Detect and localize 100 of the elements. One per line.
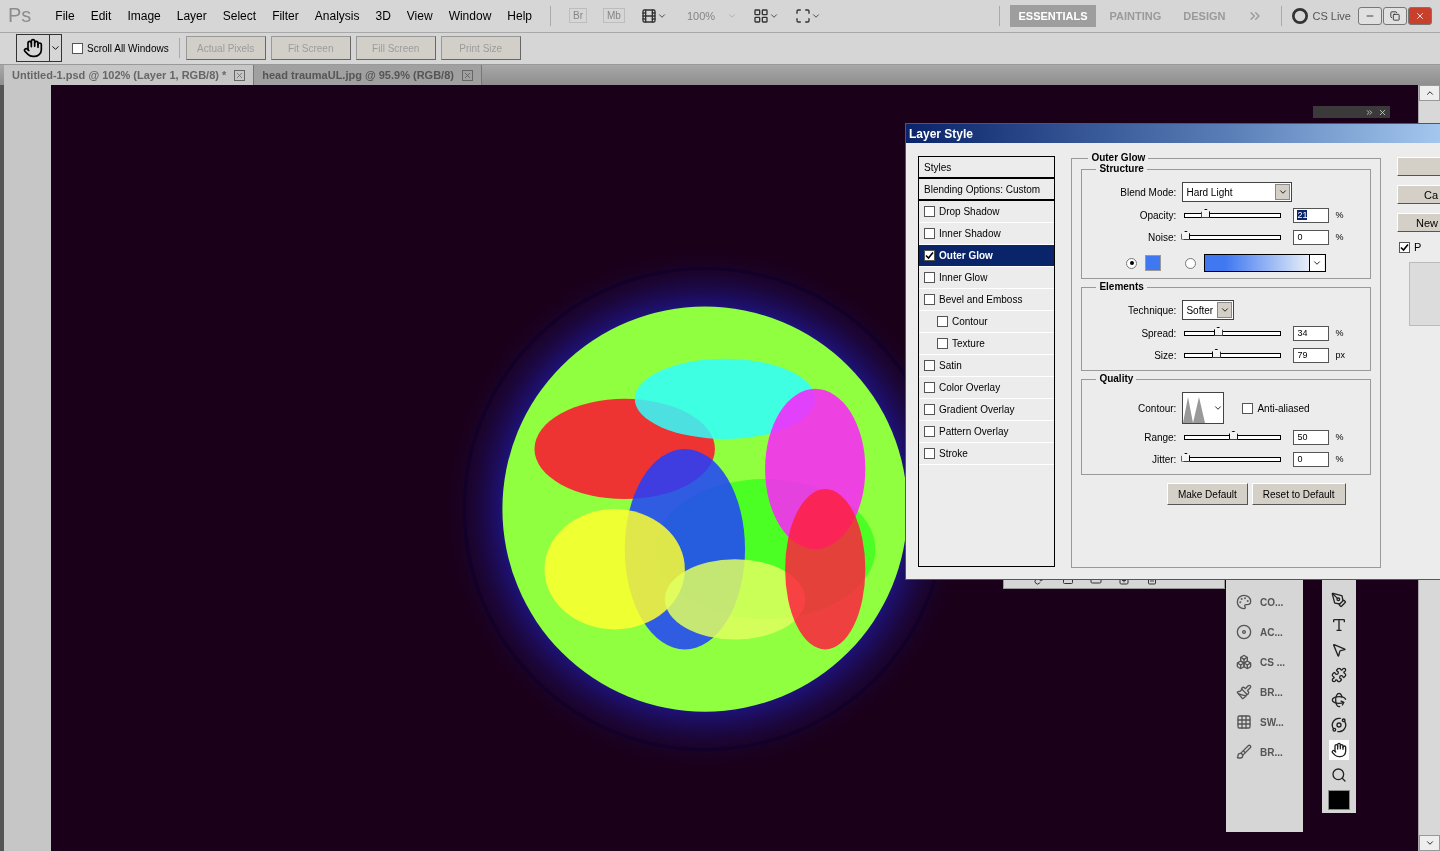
blend-mode-dropdown[interactable]: Hard Light — [1182, 182, 1293, 202]
slider-thumb[interactable] — [1213, 326, 1223, 336]
checkbox[interactable] — [937, 316, 948, 327]
panel-item[interactable]: AC... — [1226, 622, 1303, 642]
checkbox[interactable] — [924, 272, 935, 283]
cs-live-menu[interactable]: CS Live — [1312, 10, 1351, 22]
checkbox[interactable] — [924, 294, 935, 305]
style-item[interactable]: Inner Glow — [919, 267, 1055, 289]
slider-thumb[interactable] — [1228, 430, 1238, 440]
menu-item[interactable]: Help — [499, 9, 540, 23]
panel-item[interactable]: CO... — [1226, 592, 1303, 612]
fill-radio[interactable] — [1126, 257, 1138, 269]
checkbox[interactable] — [924, 206, 935, 217]
menu-item[interactable]: View — [398, 9, 441, 23]
fill-radio[interactable] — [1185, 257, 1197, 269]
dialog-button[interactable]: Ca — [1397, 185, 1440, 204]
film-icon[interactable] — [640, 8, 667, 24]
minimize-button[interactable] — [1358, 7, 1382, 25]
menu-item[interactable]: Filter — [264, 9, 307, 23]
field-value: 79 — [1297, 350, 1308, 360]
ring-icon[interactable] — [1292, 8, 1309, 24]
slider-label: Jitter: — [1150, 453, 1177, 465]
close-icon — [1415, 11, 1425, 21]
checkbox[interactable] — [924, 404, 935, 415]
slider-track[interactable] — [1184, 234, 1282, 240]
style-item[interactable]: Pattern Overlay — [919, 421, 1055, 443]
puzzle-icon[interactable] — [1329, 665, 1349, 685]
technique-dropdown[interactable]: Softer — [1182, 300, 1235, 320]
value-field[interactable]: 34 — [1293, 325, 1330, 341]
style-item[interactable]: Blending Options: Custom — [919, 179, 1055, 201]
menu-item[interactable]: Layer — [168, 9, 215, 23]
panel-item[interactable]: CS ... — [1226, 652, 1303, 672]
gradient-picker[interactable] — [1204, 254, 1327, 272]
tool-preset-picker[interactable] — [16, 34, 62, 63]
checkbox[interactable] — [1242, 402, 1254, 414]
contour-picker[interactable] — [1182, 392, 1225, 424]
slider-track[interactable] — [1184, 212, 1282, 218]
dialog-button[interactable]: Reset to Default — [1251, 483, 1346, 505]
style-item[interactable]: Outer Glow — [919, 245, 1055, 267]
style-item[interactable]: Bevel and Emboss — [919, 289, 1055, 311]
close-button[interactable] — [1408, 7, 1432, 25]
style-item[interactable]: Texture — [919, 333, 1055, 355]
dialog-button[interactable] — [1397, 157, 1440, 176]
menu-item[interactable]: Window — [440, 9, 500, 23]
checkbox[interactable] — [937, 338, 948, 349]
hand-icon[interactable] — [1329, 740, 1349, 760]
value-field[interactable]: 0 — [1293, 451, 1330, 467]
app-logo: Ps — [8, 4, 32, 28]
rotate-3d-icon[interactable] — [1329, 690, 1349, 710]
foreground-color-swatch[interactable] — [1328, 790, 1350, 810]
slider-track[interactable] — [1184, 330, 1282, 336]
menu-item[interactable]: Edit — [82, 9, 120, 23]
slider-track[interactable] — [1184, 434, 1282, 440]
caret-icon — [1219, 305, 1230, 315]
style-item[interactable]: Satin — [919, 355, 1055, 377]
panel-item[interactable]: SW... — [1226, 712, 1303, 732]
style-item[interactable]: Contour — [919, 311, 1055, 333]
checkbox[interactable] — [924, 448, 935, 459]
slider-thumb[interactable] — [1201, 208, 1211, 218]
checkbox[interactable] — [924, 250, 935, 261]
dialog-title: Layer Style — [906, 124, 1440, 143]
value-field[interactable]: 79 — [1293, 347, 1330, 363]
restore-button[interactable] — [1383, 7, 1407, 25]
style-item[interactable]: Drop Shadow — [919, 201, 1055, 223]
panel-item[interactable]: BR... — [1226, 682, 1303, 702]
checkbox[interactable] — [924, 228, 935, 239]
slider-track[interactable] — [1184, 456, 1282, 462]
slider-thumb[interactable] — [1181, 452, 1191, 462]
menu-item[interactable]: 3D — [367, 9, 399, 23]
close-icon[interactable] — [234, 69, 246, 81]
style-label: Texture — [952, 338, 985, 349]
slider-thumb[interactable] — [1181, 230, 1191, 240]
slider-track[interactable] — [1184, 352, 1282, 358]
menu-item[interactable]: Image — [119, 9, 169, 23]
pen-icon[interactable] — [1329, 590, 1349, 610]
checkbox[interactable] — [72, 43, 83, 54]
menu-item[interactable]: Select — [214, 9, 265, 23]
check-icon — [1400, 242, 1409, 252]
menu-item[interactable]: File — [47, 9, 83, 23]
value-field[interactable]: 21 — [1293, 207, 1330, 223]
style-item[interactable]: Styles — [919, 157, 1055, 179]
value-field[interactable]: 0 — [1293, 229, 1330, 245]
slider-thumb[interactable] — [1211, 348, 1221, 358]
style-item[interactable]: Color Overlay — [919, 377, 1055, 399]
value-field[interactable]: 50 — [1293, 429, 1330, 445]
glow-color-swatch[interactable] — [1145, 255, 1162, 271]
style-item[interactable]: Stroke — [919, 443, 1055, 465]
checkbox[interactable] — [924, 360, 935, 371]
orbit-icon[interactable] — [1329, 715, 1349, 735]
layout-icon[interactable] — [753, 8, 780, 24]
screen-mode-icon[interactable] — [795, 8, 822, 24]
dialog-button[interactable]: New — [1397, 213, 1440, 232]
style-item[interactable]: Gradient Overlay — [919, 399, 1055, 421]
dialog-button[interactable]: Make Default — [1166, 483, 1248, 505]
checkbox[interactable] — [924, 382, 935, 393]
checkbox[interactable] — [1399, 241, 1410, 253]
checkbox[interactable] — [924, 426, 935, 437]
menu-item[interactable]: Analysis — [306, 9, 368, 23]
panel-item[interactable]: BR... — [1226, 742, 1303, 762]
group-title: Quality — [1096, 373, 1137, 384]
